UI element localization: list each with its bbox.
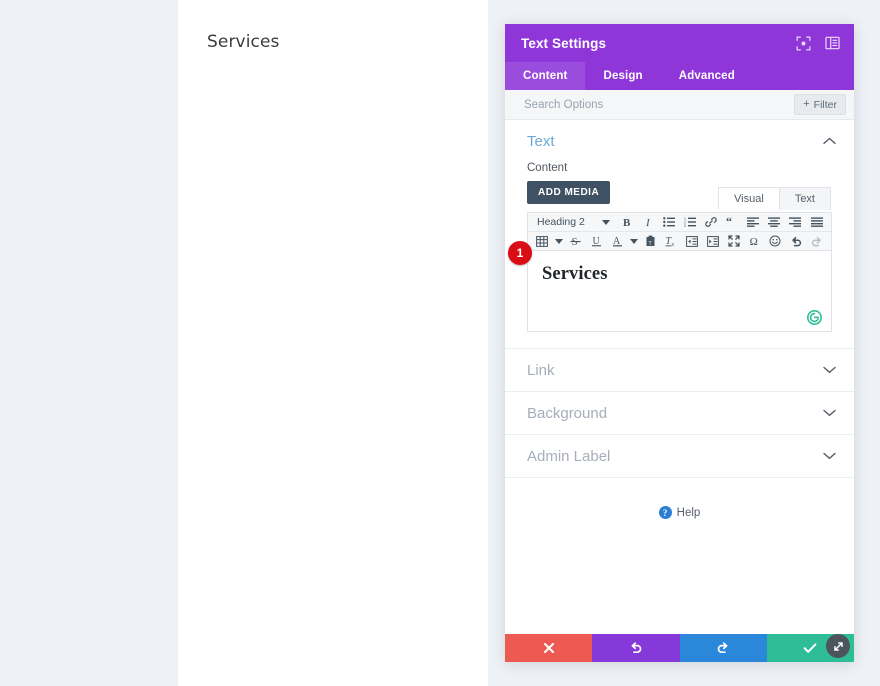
chevron-up-icon[interactable] [823,137,836,145]
emoji-icon[interactable] [765,233,786,250]
search-options-row: + Filter [505,90,854,120]
bold-icon[interactable]: B [617,214,638,231]
grammarly-icon[interactable] [807,310,822,325]
table-chevron-down-icon[interactable] [553,233,566,250]
help-row[interactable]: ? Help [505,478,854,519]
editor-toolbar-row-2: S U A T T x Ω [528,232,831,251]
section-link-title: Link [527,361,555,379]
editor-mode-tabs: Visual Text [718,187,831,210]
tab-advanced[interactable]: Advanced [661,62,753,90]
step-badge-1: 1 [508,241,532,265]
cancel-button[interactable] [505,634,593,662]
add-media-button[interactable]: ADD MEDIA [527,181,611,204]
section-background-title: Background [527,404,608,422]
color-chevron-down-icon[interactable] [628,233,641,250]
clear-formatting-icon[interactable]: T x [661,233,682,250]
svg-text:x: x [672,242,675,247]
strikethrough-icon[interactable]: S [565,233,586,250]
svg-text:3: 3 [684,224,686,227]
bulleted-list-icon[interactable] [659,214,680,231]
section-admin-label-header[interactable]: Admin Label [505,435,854,477]
modal-title: Text Settings [521,35,607,51]
modal-footer [505,634,854,662]
redo-button[interactable] [679,634,767,662]
section-text-content: Content ADD MEDIA Visual Text Heading 2 [505,162,854,348]
section-text: Text Content ADD MEDIA Visual Text Headi… [505,120,854,349]
section-link: Link [505,349,854,392]
svg-text:I: I [645,217,651,228]
text-settings-modal: Text Settings Content Design Advanced Se… [505,24,854,662]
undo-icon[interactable] [786,233,807,250]
underline-icon[interactable]: U [586,233,607,250]
modal-header-actions [796,36,840,51]
search-input[interactable] [524,98,795,111]
expand-icon[interactable] [796,36,811,51]
wysiwyg-editor: Visual Text Heading 2 B I 1 2 3 “ S U A … [508,187,832,332]
content-field-label: Content [527,162,568,174]
special-character-icon[interactable]: Ω [744,233,765,250]
section-text-header[interactable]: Text [505,120,854,162]
question-mark-icon: ? [658,506,672,519]
svg-text:B: B [623,217,631,228]
screen-root: Services Text Settings Content Design Ad… [0,0,880,686]
italic-icon[interactable]: I [638,214,659,231]
plus-icon: + [803,98,810,110]
chevron-down-icon[interactable] [823,452,836,460]
tab-text[interactable]: Text [778,187,831,210]
modal-body: Text Content ADD MEDIA Visual Text Headi… [505,120,854,634]
modal-header: Text Settings [505,24,854,62]
tab-content[interactable]: Content [505,62,586,90]
modal-tab-bar: Content Design Advanced [505,62,854,90]
chevron-down-icon[interactable] [823,366,836,374]
svg-text:Ω: Ω [749,236,757,247]
editor-heading-text[interactable]: Services [542,264,817,285]
text-color-icon[interactable]: A [607,233,628,250]
section-background-header[interactable]: Background [505,392,854,434]
align-left-icon[interactable] [743,214,764,231]
resize-handle-icon[interactable] [826,634,850,658]
section-link-header[interactable]: Link [505,349,854,391]
fullscreen-icon[interactable] [723,233,744,250]
chevron-down-icon[interactable] [823,409,836,417]
link-icon[interactable] [701,214,722,231]
editor-content-area[interactable]: 1 Services [508,241,831,331]
outdent-icon[interactable] [682,233,703,250]
section-background: Background [505,392,854,435]
filter-button[interactable]: + Filter [794,94,846,115]
paste-as-text-icon[interactable]: T [640,233,661,250]
chevron-down-icon[interactable] [599,214,612,231]
website-canvas-column: Services [178,0,488,686]
numbered-list-icon[interactable]: 1 2 3 [680,214,701,231]
align-center-icon[interactable] [764,214,785,231]
section-text-title: Text [527,132,555,150]
canvas-gutter [488,0,505,686]
page-title: Services [207,32,280,52]
section-admin-label-title: Admin Label [527,447,611,465]
filter-button-label: Filter [813,98,837,111]
tab-visual[interactable]: Visual [718,187,780,210]
help-link-label[interactable]: Help [677,507,701,519]
align-justify-icon[interactable] [806,214,827,231]
dock-layout-icon[interactable] [825,36,840,51]
svg-text:“: “ [726,217,732,227]
blockquote-icon[interactable]: “ [722,214,743,231]
align-right-icon[interactable] [785,214,806,231]
format-select[interactable]: Heading 2 [532,216,599,228]
tab-design[interactable]: Design [585,62,660,90]
editor-toolbar-row-1: Heading 2 B I 1 2 3 “ [528,213,831,232]
redo-icon[interactable] [806,233,827,250]
indent-icon[interactable] [703,233,724,250]
section-admin-label: Admin Label [505,435,854,478]
table-icon[interactable] [532,233,553,250]
undo-button[interactable] [592,634,680,662]
